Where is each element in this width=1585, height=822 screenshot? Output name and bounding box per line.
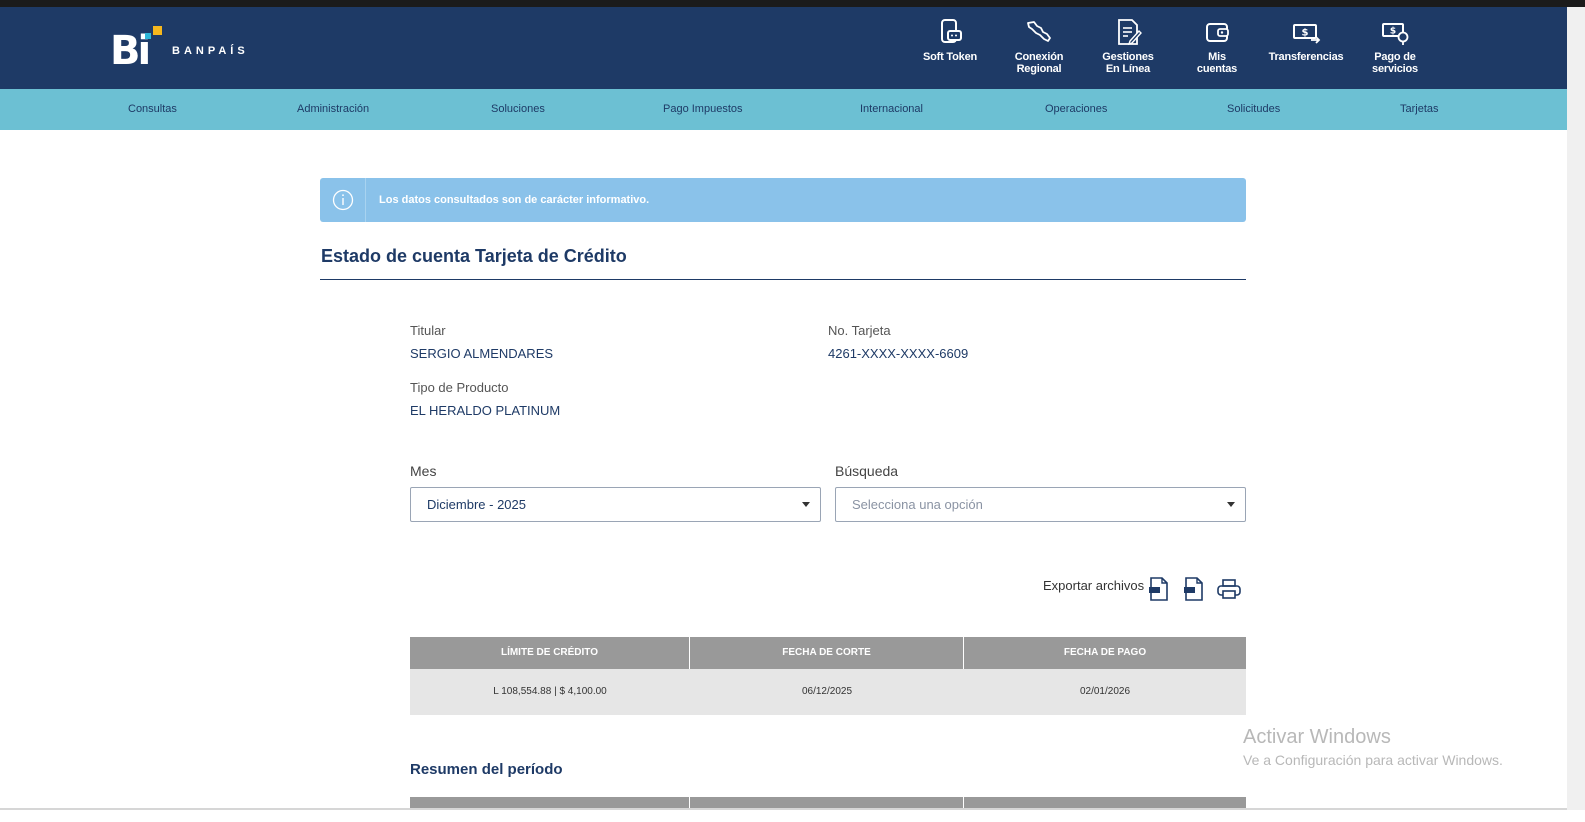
holder-label: Titular: [410, 323, 446, 338]
quick-link-transferencias[interactable]: $ Transferencias: [1266, 17, 1346, 87]
chevron-down-icon: [1227, 502, 1235, 507]
main-nav: Consultas Administración Soluciones Pago…: [0, 89, 1567, 130]
quick-link-gestiones-en-linea[interactable]: Gestiones En Línea: [1088, 17, 1168, 87]
page-scrollbar[interactable]: [1567, 7, 1585, 822]
nav-item-consultas[interactable]: Consultas: [128, 89, 177, 130]
nav-item-solicitudes[interactable]: Solicitudes: [1227, 89, 1280, 130]
page-title: Estado de cuenta Tarjeta de Crédito: [321, 246, 627, 266]
print-icon[interactable]: [1216, 576, 1242, 602]
windows-activation-title: Activar Windows: [1243, 726, 1391, 748]
nav-item-operaciones[interactable]: Operaciones: [1045, 89, 1107, 130]
header-cut-date: FECHA DE CORTE: [690, 637, 964, 669]
logo-text: BANPAÍS: [172, 45, 249, 57]
info-icon: [332, 189, 353, 211]
search-select[interactable]: Selecciona una opción: [835, 487, 1246, 522]
header-payment-date: FECHA DE PAGO: [1063, 647, 1147, 658]
month-label: Mes: [410, 463, 437, 479]
nav-item-tarjetas[interactable]: Tarjetas: [1400, 89, 1439, 130]
nav-item-internacional[interactable]: Internacional: [860, 89, 923, 130]
nav-item-pago-impuestos[interactable]: Pago Impuestos: [663, 89, 743, 130]
logo-mark: Bi: [110, 26, 162, 74]
month-select-value: Diciembre - 2025: [427, 497, 526, 512]
alert-text: Los datos consultados son de carácter in…: [379, 194, 650, 206]
chevron-down-icon: [802, 502, 810, 507]
windows-activation-subtitle: Ve a Configuración para activar Windows.: [1243, 752, 1503, 768]
regional-map-icon: [1027, 21, 1051, 42]
table-row: L 108,554.88 | $ 4,100.00 06/12/2025 02/…: [410, 669, 1246, 715]
period-summary-title: Resumen del período: [410, 761, 563, 778]
svg-text:$: $: [1302, 28, 1309, 39]
wallet-icon: [1206, 23, 1229, 42]
product-type-label: Tipo de Producto: [410, 380, 509, 395]
month-select[interactable]: Diciembre - 2025: [410, 487, 821, 522]
document-edit-icon: [1118, 19, 1142, 46]
quick-link-pago-de-servicios[interactable]: $ Pago de servicios: [1355, 17, 1435, 87]
card-number-label: No. Tarjeta: [828, 323, 891, 338]
export-pdf-icon[interactable]: [1147, 576, 1171, 602]
quick-link-mis-cuentas[interactable]: Mis cuentas: [1177, 17, 1257, 87]
info-alert: Los datos consultados son de carácter in…: [320, 178, 1246, 222]
nav-item-administracion[interactable]: Administración: [297, 89, 369, 130]
money-transfer-icon: $: [1293, 24, 1321, 44]
cell-cut-date: 06/12/2025: [801, 686, 853, 697]
cell-payment-date: 02/01/2026: [1079, 686, 1131, 697]
top-header: Bi BANPAÍS Soft Token Conexión Regional …: [0, 7, 1567, 89]
header-credit-limit: LÍMITE DE CRÉDITO: [410, 637, 690, 669]
quick-link-soft-token[interactable]: Soft Token: [910, 17, 990, 87]
svg-text:$: $: [1390, 27, 1396, 37]
export-label: Exportar archivos: [1043, 578, 1145, 593]
credit-summary-table: LÍMITE DE CRÉDITO FECHA DE CORTE FECHA D…: [410, 637, 1246, 715]
holder-value: SERGIO ALMENDARES: [410, 346, 554, 361]
window-top-edge: [0, 0, 1585, 7]
product-type-value: EL HERALDO PLATINUM: [410, 403, 561, 418]
banpais-logo[interactable]: Bi BANPAÍS: [110, 26, 249, 74]
bill-payment-icon: $: [1382, 23, 1409, 45]
table-header: LÍMITE DE CRÉDITO FECHA DE CORTE FECHA D…: [410, 637, 1246, 669]
search-select-placeholder: Selecciona una opción: [852, 497, 983, 512]
search-label: Búsqueda: [835, 463, 899, 479]
card-number-value: 4261-XXXX-XXXX-6609: [828, 346, 969, 361]
nav-item-soluciones[interactable]: Soluciones: [491, 89, 545, 130]
soft-token-icon: [941, 19, 962, 43]
info-icon-box: [320, 178, 366, 222]
title-divider: [320, 279, 1246, 280]
quick-link-conexion-regional[interactable]: Conexión Regional: [999, 17, 1079, 87]
cell-credit-limit: L 108,554.88 | $ 4,100.00: [493, 686, 607, 697]
export-excel-icon[interactable]: [1182, 576, 1206, 602]
